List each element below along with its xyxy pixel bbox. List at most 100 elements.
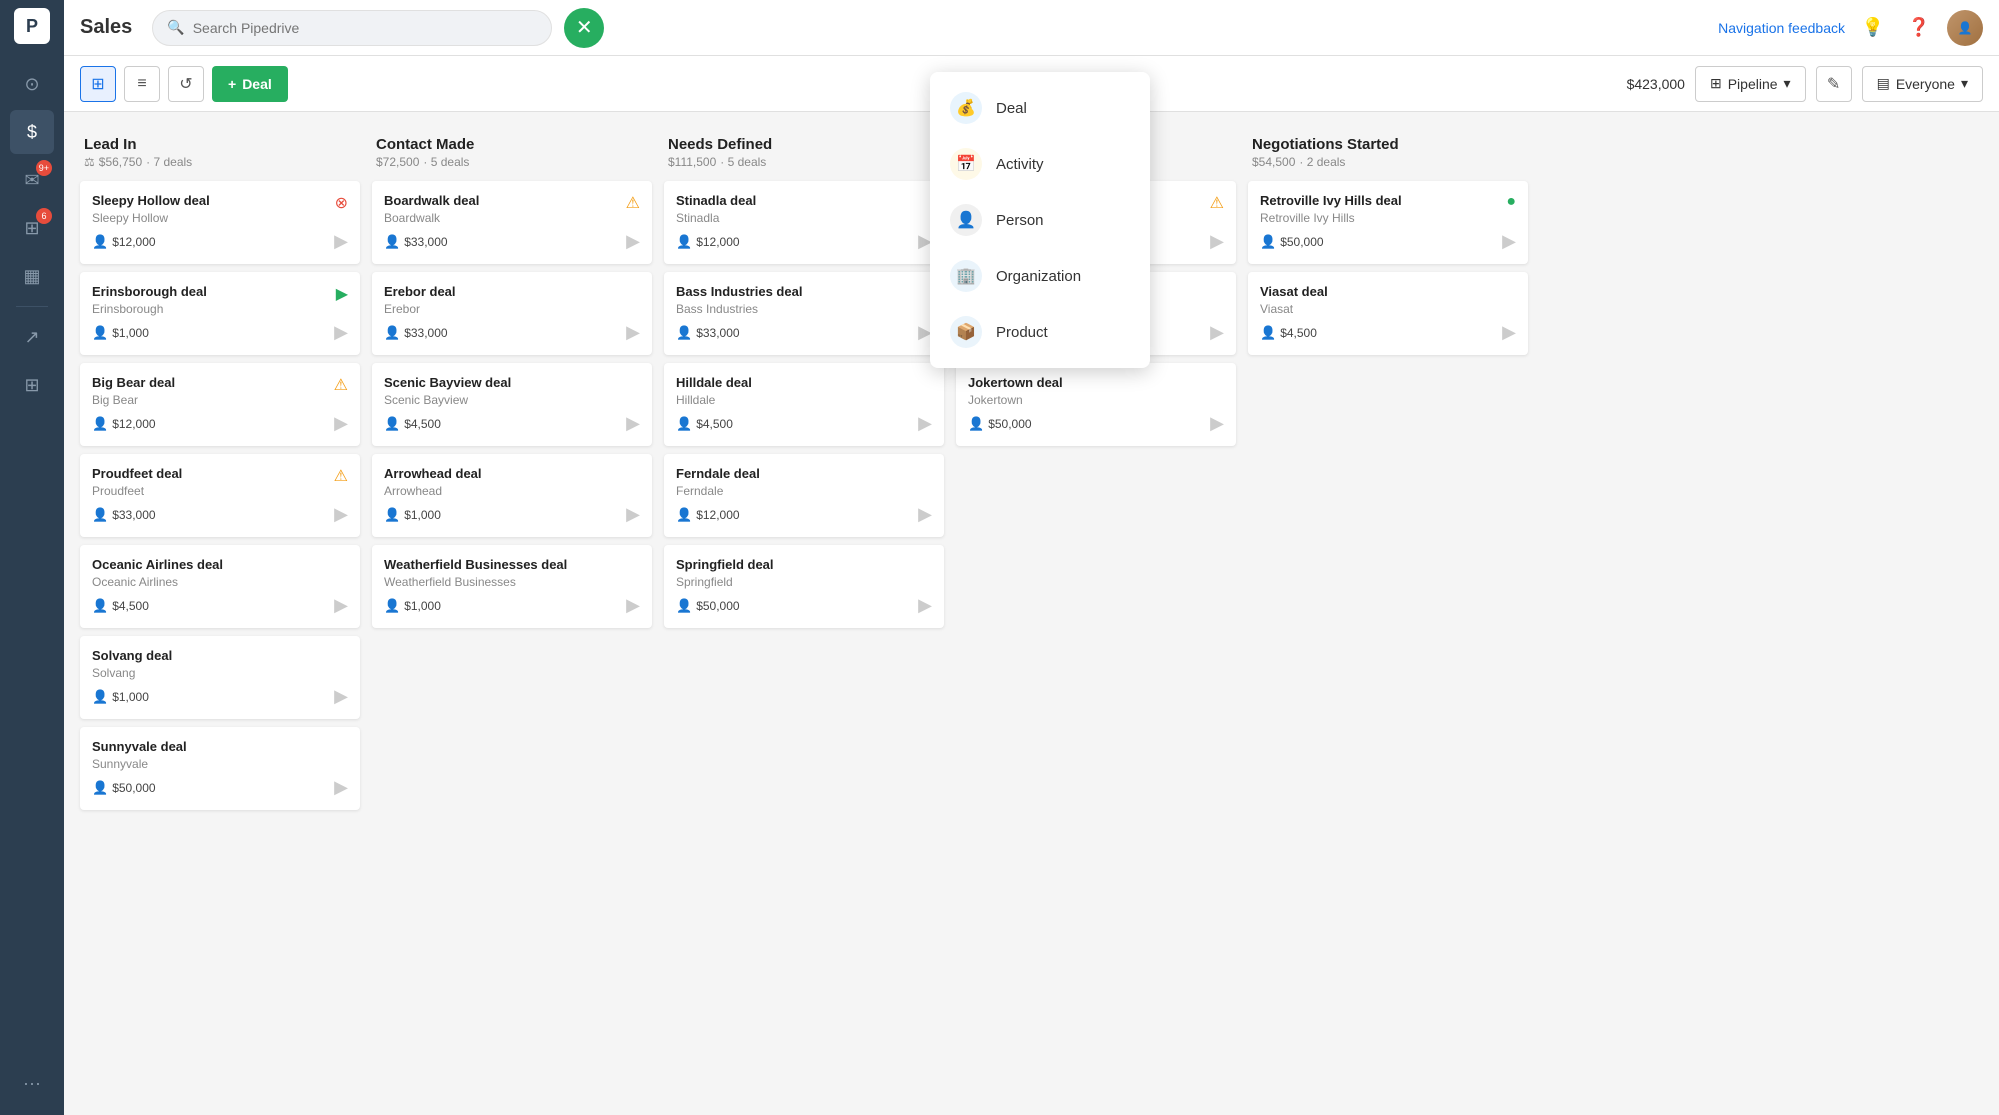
forecast-view-button[interactable]: ↺ xyxy=(168,66,204,102)
card-navigate-icon[interactable]: ▶ xyxy=(1502,322,1516,343)
column-header-contact-made: Contact Made $72,500 · 5 deals xyxy=(372,128,652,181)
card-navigate-icon[interactable]: ▶ xyxy=(334,413,348,434)
sidebar-item-box[interactable]: ⊞ xyxy=(10,363,54,407)
card-navigate-icon[interactable]: ▶ xyxy=(918,413,932,434)
card-amount: 👤 $12,000 xyxy=(92,416,156,432)
search-bar[interactable]: 🔍 xyxy=(152,10,552,46)
status-icon: ● xyxy=(1506,193,1516,211)
edit-button[interactable]: ✎ xyxy=(1816,66,1852,102)
card-footer: 👤 $1,000 ▶ xyxy=(384,504,640,525)
deal-card[interactable]: Springfield deal Springfield 👤 $50,000 ▶ xyxy=(664,545,944,628)
card-navigate-icon[interactable]: ▶ xyxy=(626,504,640,525)
sidebar-item-deals[interactable]: $ xyxy=(10,110,54,154)
dropdown-item-organization[interactable]: 🏢 Organization xyxy=(930,248,1150,304)
sidebar-item-table[interactable]: ▦ xyxy=(10,254,54,298)
card-navigate-icon[interactable]: ▶ xyxy=(1210,322,1224,343)
sidebar-item-mail[interactable]: ✉ 9+ xyxy=(10,158,54,202)
deal-card[interactable]: Boardwalk deal Boardwalk ⚠ 👤 $33,000 ▶ xyxy=(372,181,652,264)
column-amount: $111,500 xyxy=(668,155,716,169)
dropdown-item-product[interactable]: 📦 Product xyxy=(930,304,1150,360)
card-amount: 👤 $33,000 xyxy=(676,325,740,341)
deal-card[interactable]: Bass Industries deal Bass Industries 👤 $… xyxy=(664,272,944,355)
search-icon: 🔍 xyxy=(167,19,184,36)
card-navigate-icon[interactable]: ▶ xyxy=(918,504,932,525)
card-navigate-icon[interactable]: ▶ xyxy=(626,322,640,343)
deal-card[interactable]: Erinsborough deal Erinsborough ▶ 👤 $1,00… xyxy=(80,272,360,355)
card-subtitle: Retroville Ivy Hills xyxy=(1260,211,1516,225)
list-view-button[interactable]: ≡ xyxy=(124,66,160,102)
dropdown-item-person[interactable]: 👤 Person xyxy=(930,192,1150,248)
deal-card[interactable]: Proudfeet deal Proudfeet ⚠ 👤 $33,000 ▶ xyxy=(80,454,360,537)
card-navigate-icon[interactable]: ▶ xyxy=(334,595,348,616)
card-subtitle: Scenic Bayview xyxy=(384,393,640,407)
deal-card[interactable]: Solvang deal Solvang 👤 $1,000 ▶ xyxy=(80,636,360,719)
help-button[interactable]: ❓ xyxy=(1901,10,1937,46)
card-amount: 👤 $4,500 xyxy=(1260,325,1317,341)
calendar-badge: 6 xyxy=(36,208,52,224)
pipeline-button[interactable]: ⊞ Pipeline ▾ xyxy=(1695,66,1806,102)
sidebar-logo[interactable]: P xyxy=(14,8,50,44)
card-navigate-icon[interactable]: ▶ xyxy=(334,322,348,343)
deal-card[interactable]: Scenic Bayview deal Scenic Bayview 👤 $4,… xyxy=(372,363,652,446)
amount-value: $50,000 xyxy=(696,599,739,613)
person-icon: 👤 xyxy=(676,325,692,341)
dropdown-item-activity[interactable]: 📅 Activity xyxy=(930,136,1150,192)
amount-value: $50,000 xyxy=(988,417,1031,431)
card-navigate-icon[interactable]: ▶ xyxy=(626,595,640,616)
card-navigate-icon[interactable]: ▶ xyxy=(1210,413,1224,434)
activity-icon: 📅 xyxy=(950,148,982,180)
dropdown-item-deal[interactable]: 💰 Deal xyxy=(930,80,1150,136)
card-navigate-icon[interactable]: ▶ xyxy=(334,231,348,252)
deal-card[interactable]: Weatherfield Businesses deal Weatherfiel… xyxy=(372,545,652,628)
card-navigate-icon[interactable]: ▶ xyxy=(334,777,348,798)
deal-card[interactable]: Big Bear deal Big Bear ⚠ 👤 $12,000 ▶ xyxy=(80,363,360,446)
org-icon: 🏢 xyxy=(950,260,982,292)
sidebar-item-home[interactable]: ⊙ xyxy=(10,62,54,106)
kanban-view-button[interactable]: ⊞ xyxy=(80,66,116,102)
card-navigate-icon[interactable]: ▶ xyxy=(334,686,348,707)
nav-feedback-link[interactable]: Navigation feedback xyxy=(1718,20,1845,36)
deal-card[interactable]: Ferndale deal Ferndale 👤 $12,000 ▶ xyxy=(664,454,944,537)
person-icon: 👤 xyxy=(384,416,400,432)
avatar[interactable]: 👤 xyxy=(1947,10,1983,46)
sidebar-item-calendar[interactable]: ⊞ 6 xyxy=(10,206,54,250)
search-input[interactable] xyxy=(193,20,538,36)
deal-card[interactable]: Stinadla deal Stinadla 👤 $12,000 ▶ xyxy=(664,181,944,264)
sidebar-item-chart[interactable]: ↗ xyxy=(10,315,54,359)
deal-card[interactable]: Retroville Ivy Hills deal Retroville Ivy… xyxy=(1248,181,1528,264)
card-subtitle: Arrowhead xyxy=(384,484,640,498)
everyone-filter-button[interactable]: ▤ Everyone ▾ xyxy=(1862,66,1983,102)
card-amount: 👤 $12,000 xyxy=(92,234,156,250)
amount-value: $12,000 xyxy=(112,417,155,431)
card-subtitle: Stinadla xyxy=(676,211,932,225)
deal-card[interactable]: Jokertown deal Jokertown 👤 $50,000 ▶ xyxy=(956,363,1236,446)
deal-card[interactable]: Hilldale deal Hilldale 👤 $4,500 ▶ xyxy=(664,363,944,446)
column-meta-negotiations-started: $54,500 · 2 deals xyxy=(1252,155,1524,169)
amount-value: $4,500 xyxy=(404,417,441,431)
card-subtitle: Weatherfield Businesses xyxy=(384,575,640,589)
dropdown-activity-label: Activity xyxy=(996,156,1044,173)
lightbulb-button[interactable]: 💡 xyxy=(1855,10,1891,46)
status-icon: ⚠ xyxy=(626,193,640,213)
card-title: Bass Industries deal xyxy=(676,284,932,299)
card-navigate-icon[interactable]: ▶ xyxy=(918,595,932,616)
deal-card[interactable]: Arrowhead deal Arrowhead 👤 $1,000 ▶ xyxy=(372,454,652,537)
deal-card[interactable]: Erebor deal Erebor 👤 $33,000 ▶ xyxy=(372,272,652,355)
card-navigate-icon[interactable]: ▶ xyxy=(1210,231,1224,252)
deal-card[interactable]: Sleepy Hollow deal Sleepy Hollow ⊗ 👤 $12… xyxy=(80,181,360,264)
card-navigate-icon[interactable]: ▶ xyxy=(1502,231,1516,252)
close-button[interactable]: ✕ xyxy=(564,8,604,48)
deal-card[interactable]: Oceanic Airlines deal Oceanic Airlines 👤… xyxy=(80,545,360,628)
add-deal-button[interactable]: + Deal xyxy=(212,66,288,102)
sidebar-item-more[interactable]: ··· xyxy=(10,1061,54,1105)
status-icon: ⚠ xyxy=(334,466,348,486)
card-navigate-icon[interactable]: ▶ xyxy=(626,231,640,252)
card-navigate-icon[interactable]: ▶ xyxy=(626,413,640,434)
card-navigate-icon[interactable]: ▶ xyxy=(334,504,348,525)
column-amount: $72,500 xyxy=(376,155,419,169)
deal-card[interactable]: Sunnyvale deal Sunnyvale 👤 $50,000 ▶ xyxy=(80,727,360,810)
deal-card[interactable]: Viasat deal Viasat 👤 $4,500 ▶ xyxy=(1248,272,1528,355)
column-title-lead-in: Lead In xyxy=(84,136,356,153)
total-amount: $423,000 xyxy=(1627,76,1685,92)
amount-value: $4,500 xyxy=(696,417,733,431)
